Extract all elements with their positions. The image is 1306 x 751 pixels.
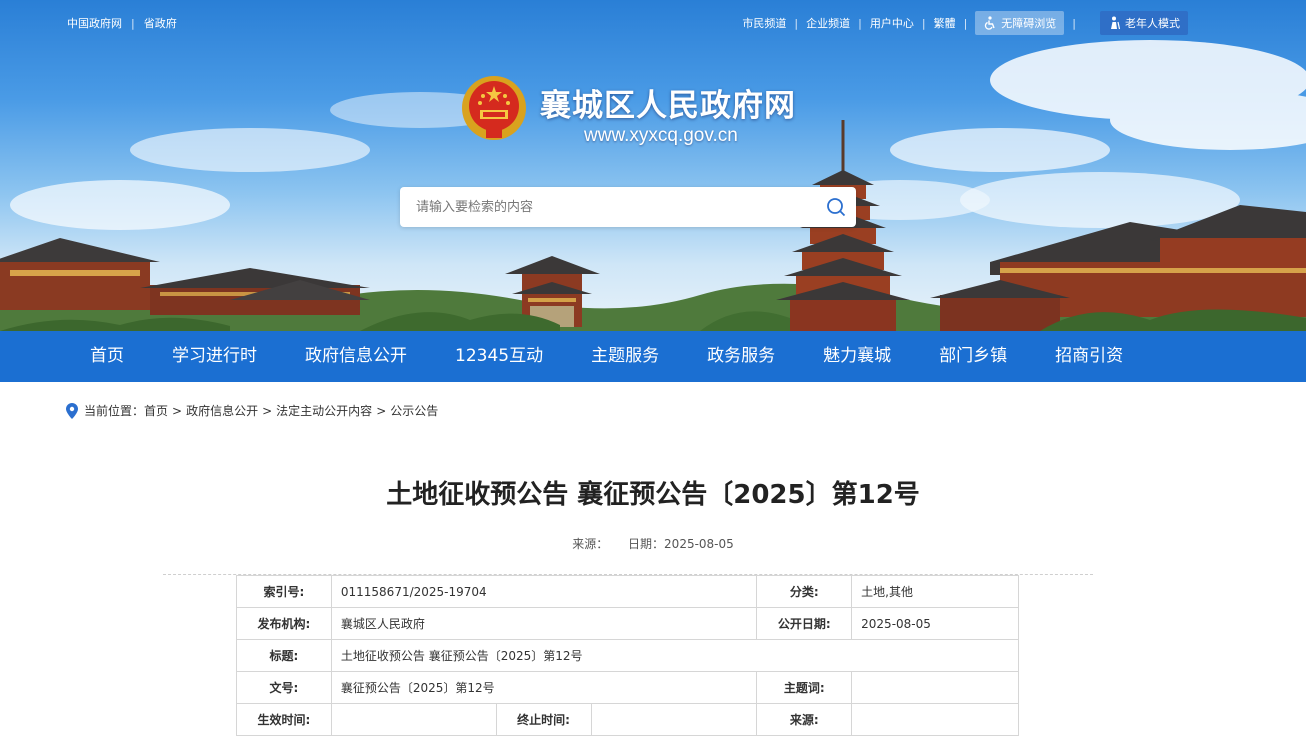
source-value — [851, 703, 1019, 736]
link-china-gov[interactable]: 中国政府网 — [67, 15, 122, 31]
nav-study[interactable]: 学习进行时 — [148, 331, 281, 382]
elder-person-icon — [1111, 16, 1121, 30]
breadcrumb-separator: > — [262, 403, 273, 418]
link-citizen-channel[interactable]: 市民频道 — [742, 15, 786, 31]
separator: | — [921, 16, 926, 30]
national-emblem-icon — [462, 76, 526, 140]
breadcrumb-prefix: 当前位置： — [84, 404, 145, 418]
breadcrumb-statutory[interactable]: 法定主动公开内容 — [276, 402, 372, 419]
category-value: 土地,其他 — [851, 575, 1019, 608]
link-traditional-chinese[interactable]: 繁體 — [934, 15, 956, 31]
breadcrumb-notices[interactable]: 公示公告 — [390, 402, 438, 419]
site-url: www.xyxcq.gov.cn — [584, 125, 738, 146]
publisher-label: 发布机构: — [236, 607, 332, 640]
breadcrumb: 当前位置： 首页 > 政府信息公开 > 法定主动公开内容 > 公示公告 — [66, 402, 438, 419]
breadcrumb-home[interactable]: 首页 — [144, 402, 168, 419]
subject-value: 土地征收预公告 襄征预公告〔2025〕第12号 — [330, 639, 1020, 672]
docno-label: 文号: — [236, 671, 332, 704]
separator: | — [858, 16, 862, 30]
accessibility-button[interactable]: 无障碍浏览 — [975, 11, 1065, 35]
table-row: 标题: 土地征收预公告 襄征预公告〔2025〕第12号 — [236, 639, 1020, 672]
header-banner: 中国政府网 | 省政府 市民频道 | 企业频道 | 用户中心 | 繁體 | 无障… — [0, 0, 1306, 331]
separator: | — [794, 16, 799, 30]
nav-gov-info[interactable]: 政府信息公开 — [281, 331, 431, 382]
wheelchair-icon — [985, 16, 995, 30]
top-left-links: 中国政府网 | 省政府 — [67, 15, 177, 31]
elder-mode-button[interactable]: 老年人模式 — [1100, 11, 1188, 35]
effective-label: 生效时间: — [236, 703, 332, 736]
search-box — [400, 187, 856, 227]
expiry-label: 终止时间: — [495, 703, 592, 736]
link-enterprise-channel[interactable]: 企业频道 — [806, 15, 850, 31]
search-icon — [827, 198, 846, 217]
search-input[interactable] — [400, 187, 816, 227]
document-title: 土地征收预公告 襄征预公告〔2025〕第12号 — [386, 480, 920, 510]
keywords-label: 主题词: — [756, 671, 853, 704]
table-row: 文号: 襄征预公告〔2025〕第12号 主题词: — [236, 671, 1019, 704]
publisher-value: 襄城区人民政府 — [330, 607, 758, 640]
nav-charm-xiangcheng[interactable]: 魅力襄城 — [799, 331, 915, 382]
link-province-gov[interactable]: 省政府 — [144, 15, 177, 31]
document-date-label: 日期： — [628, 537, 665, 551]
main-nav: 首页 学习进行时 政府信息公开 12345互动 主题服务 政务服务 魅力襄城 部… — [0, 331, 1306, 382]
table-row: 索引号: 011158671/2025-19704 分类: 土地,其他 — [236, 575, 1019, 608]
location-pin-icon — [66, 402, 78, 419]
document-date: 日期：2025-08-05 — [628, 537, 734, 551]
keywords-value — [851, 671, 1019, 704]
nav-investment[interactable]: 招商引资 — [1031, 331, 1147, 382]
pubdate-value: 2025-08-05 — [851, 607, 1019, 640]
accessibility-label: 无障碍浏览 — [1001, 17, 1057, 30]
banner-scenery — [0, 40, 1306, 331]
elder-mode-label: 老年人模式 — [1125, 17, 1180, 30]
nav-home[interactable]: 首页 — [66, 331, 148, 382]
nav-12345[interactable]: 12345互动 — [431, 331, 567, 382]
separator: | — [131, 16, 135, 30]
site-title[interactable]: 襄城区人民政府网 — [540, 80, 796, 125]
nav-topic-services[interactable]: 主题服务 — [567, 331, 683, 382]
pubdate-label: 公开日期: — [756, 607, 853, 640]
separator: | — [963, 16, 968, 30]
docno-value: 襄征预公告〔2025〕第12号 — [330, 671, 758, 704]
effective-value — [330, 703, 497, 736]
index-label: 索引号: — [236, 575, 332, 608]
document-info-table: 索引号: 011158671/2025-19704 分类: 土地,其他 发布机构… — [236, 575, 1020, 736]
nav-departments[interactable]: 部门乡镇 — [915, 331, 1031, 382]
document-meta: 来源： 日期：2025-08-05 — [0, 535, 1306, 552]
document-source-label: 来源： — [572, 537, 609, 551]
source-label: 来源: — [756, 703, 853, 736]
document-date-value: 2025-08-05 — [664, 537, 734, 551]
index-value: 011158671/2025-19704 — [330, 575, 758, 608]
link-user-center[interactable]: 用户中心 — [870, 15, 914, 31]
subject-label: 标题: — [236, 639, 332, 672]
table-row: 发布机构: 襄城区人民政府 公开日期: 2025-08-05 — [236, 607, 1019, 640]
breadcrumb-gov-info[interactable]: 政府信息公开 — [186, 402, 258, 419]
table-row: 生效时间: 终止时间: 来源: — [236, 703, 1019, 736]
breadcrumb-separator: > — [376, 403, 387, 418]
category-label: 分类: — [756, 575, 853, 608]
breadcrumb-separator: > — [172, 403, 183, 418]
nav-gov-services[interactable]: 政务服务 — [683, 331, 799, 382]
search-button[interactable] — [816, 187, 856, 227]
separator: | — [1072, 16, 1076, 30]
top-right-links: 市民频道 | 企业频道 | 用户中心 | 繁體 | 无障碍浏览 | — [742, 11, 1076, 35]
expiry-value — [590, 703, 758, 736]
